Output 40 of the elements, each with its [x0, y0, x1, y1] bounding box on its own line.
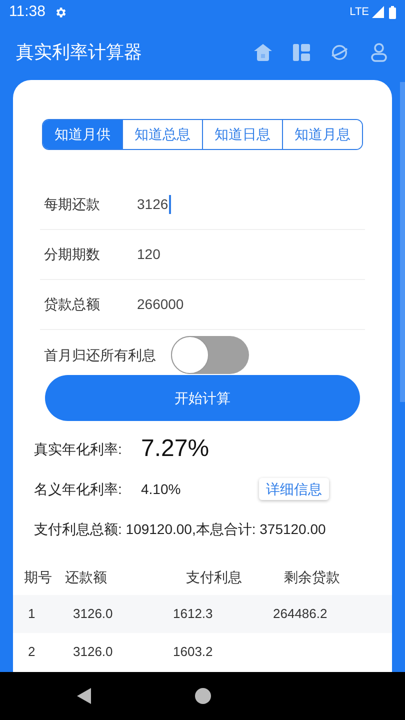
app-title: 真实利率计算器	[16, 40, 142, 64]
field-label: 分期期数	[43, 245, 101, 264]
column-header: 还款额	[64, 568, 108, 586]
calculate-button[interactable]: 开始计算	[45, 375, 360, 421]
user-icon[interactable]	[371, 42, 387, 62]
toggle-switch[interactable]	[171, 336, 249, 374]
mode-tab[interactable]: 知道月息	[282, 120, 362, 149]
table-cell-text: 1612.3	[173, 605, 214, 624]
column-header: 剩余贷款	[283, 568, 341, 586]
field-label: 贷款总额	[43, 295, 101, 314]
result-label: 真实年化利率:	[34, 440, 123, 458]
toggle-label: 首月归还所有利息	[43, 346, 157, 364]
input-field[interactable]: 266000	[137, 294, 186, 315]
table-cell-text: 264486.2	[273, 605, 328, 624]
home-icon[interactable]	[195, 688, 211, 704]
back-icon[interactable]	[77, 688, 91, 704]
column-header: 支付利息	[185, 568, 243, 586]
battery-icon	[389, 6, 396, 18]
mode-tab[interactable]: 知道月供	[43, 120, 122, 149]
signal-icon	[372, 6, 384, 18]
layout-icon[interactable]	[293, 44, 310, 60]
real-rate-value: 7.27%	[141, 434, 210, 464]
result-label: 名义年化利率:	[34, 480, 123, 498]
totals-text: 支付利息总额: 109120.00,本息合计: 375120.00	[34, 520, 327, 539]
settings-icon	[54, 6, 68, 18]
nominal-rate-value: 4.10%	[141, 480, 182, 498]
status-time: 11:38	[9, 2, 46, 22]
network-type: LTE	[350, 4, 369, 20]
table-cell-text: 1	[27, 605, 36, 624]
input-field[interactable]: 120	[137, 244, 162, 265]
column-header: 期号	[23, 568, 53, 586]
details-button[interactable]: 详细信息	[259, 478, 329, 500]
planet-icon[interactable]	[330, 42, 349, 62]
input-field[interactable]: 3126	[137, 194, 174, 215]
field-label: 每期还款	[43, 195, 101, 214]
table-cell-text: 1603.2	[173, 643, 214, 662]
table-cell-text: 3126.0	[73, 643, 114, 662]
table-cell-text: 2	[27, 643, 36, 662]
house-icon[interactable]	[253, 42, 273, 62]
table-cell-text: 3126.0	[73, 605, 114, 624]
